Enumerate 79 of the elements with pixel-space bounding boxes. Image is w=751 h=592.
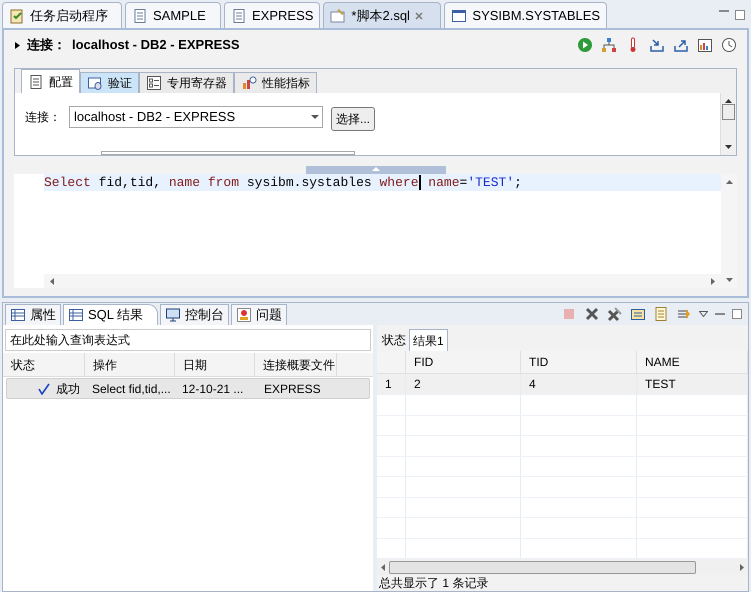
warning-icon xyxy=(236,307,252,323)
stop-icon xyxy=(561,306,577,322)
chart-icon xyxy=(241,75,257,91)
maximize-icon xyxy=(735,10,745,20)
clock-icon xyxy=(721,37,737,53)
text-caret xyxy=(418,175,420,190)
run-icon xyxy=(577,37,593,53)
editor-tab[interactable]: 任务启动程序 xyxy=(2,2,122,28)
result-tab[interactable]: 状态 xyxy=(379,329,409,351)
connection-label: 连接： xyxy=(27,36,66,54)
document-icon xyxy=(132,8,148,24)
menu-icon xyxy=(699,311,708,317)
view-tab[interactable]: 属性 xyxy=(5,304,61,325)
column-header[interactable]: 日期 xyxy=(175,353,255,376)
column-header[interactable]: 连接概要文件 xyxy=(255,353,337,376)
table-cell-text: Select fid,tid,... xyxy=(91,380,172,398)
expand-toggle[interactable] xyxy=(14,42,21,48)
document-icon xyxy=(653,306,669,322)
select-button[interactable]: 选择... xyxy=(331,107,376,131)
history-row[interactable]: 成功 Select fid,tid,... 12-10-21 ... EXPRESS xyxy=(6,378,370,399)
column-header[interactable]: 操作 xyxy=(85,353,175,376)
table-cell-text: 12-10-21 ... xyxy=(181,380,244,398)
connection-value: localhost - DB2 - EXPRESS xyxy=(72,36,240,54)
config-tab[interactable]: 验证 xyxy=(80,72,139,93)
connection-label: 连接： xyxy=(25,109,61,126)
config-tab[interactable]: 配置 xyxy=(21,69,80,93)
down-arrow-icon xyxy=(725,145,732,149)
import-icon xyxy=(649,37,665,53)
up-arrow-icon xyxy=(726,180,732,184)
result-tab[interactable]: 结果1 xyxy=(409,329,448,351)
up-arrow-icon xyxy=(725,99,732,103)
config-tab[interactable]: 专用寄存器 xyxy=(139,72,234,93)
column-header[interactable]: TID xyxy=(521,351,637,374)
bar-chart-icon xyxy=(697,37,713,53)
row-number: 1 xyxy=(385,376,392,394)
view-tab[interactable]: SQL 结果 xyxy=(63,304,158,325)
left-arrow-icon xyxy=(381,564,385,571)
clipboard-icon xyxy=(9,8,25,24)
table-icon xyxy=(68,307,84,323)
monitor-icon xyxy=(165,307,182,323)
right-arrow-icon xyxy=(711,278,715,284)
sash-handle[interactable] xyxy=(306,166,446,174)
filter-field[interactable]: 在此处输入查询表达式 xyxy=(5,329,371,351)
minimize-icon xyxy=(719,10,729,12)
down-arrow-icon xyxy=(726,278,732,282)
window-icon xyxy=(451,8,468,24)
list-icon xyxy=(146,75,162,91)
view-tab[interactable]: 问题 xyxy=(231,304,288,325)
up-arrow-icon xyxy=(372,167,380,171)
table-cell-text: TEST xyxy=(645,376,676,394)
sql-file-icon xyxy=(330,8,346,24)
left-arrow-icon xyxy=(50,278,54,284)
close-all-icon xyxy=(607,306,623,322)
view-tab[interactable]: 控制台 xyxy=(160,304,230,325)
editor-tab[interactable]: SYSIBM.SYSTABLES xyxy=(444,2,608,28)
table-cell-text: 2 xyxy=(414,376,421,394)
status-text: 总共显示了 1 条记录 xyxy=(378,575,490,591)
config-tab[interactable]: 性能指标 xyxy=(234,72,317,93)
column-header[interactable]: FID xyxy=(406,351,521,374)
close-icon xyxy=(414,12,423,20)
column-header[interactable]: NAME xyxy=(637,351,748,374)
database-icon xyxy=(87,75,103,91)
folder-icon xyxy=(630,306,646,322)
column-header[interactable]: 状态 xyxy=(3,353,85,376)
table-icon xyxy=(10,307,26,323)
editor-tab[interactable]: *脚本2.sql xyxy=(323,2,442,28)
right-arrow-icon xyxy=(740,564,744,571)
document-icon xyxy=(28,74,44,90)
hierarchy-icon xyxy=(601,37,617,53)
maximize-icon xyxy=(732,309,742,319)
table-cell-text: EXPRESS xyxy=(263,380,322,398)
close-icon xyxy=(584,306,600,322)
editor-tab[interactable]: SAMPLE xyxy=(125,2,221,28)
minimize-icon xyxy=(715,313,725,315)
editor-tab[interactable]: EXPRESS xyxy=(224,2,320,28)
document-icon xyxy=(231,8,247,24)
connection-dropdown[interactable]: localhost - DB2 - EXPRESS xyxy=(69,106,323,128)
table-cell-text: 4 xyxy=(529,376,536,394)
table-cell-text: 成功 xyxy=(56,380,80,398)
